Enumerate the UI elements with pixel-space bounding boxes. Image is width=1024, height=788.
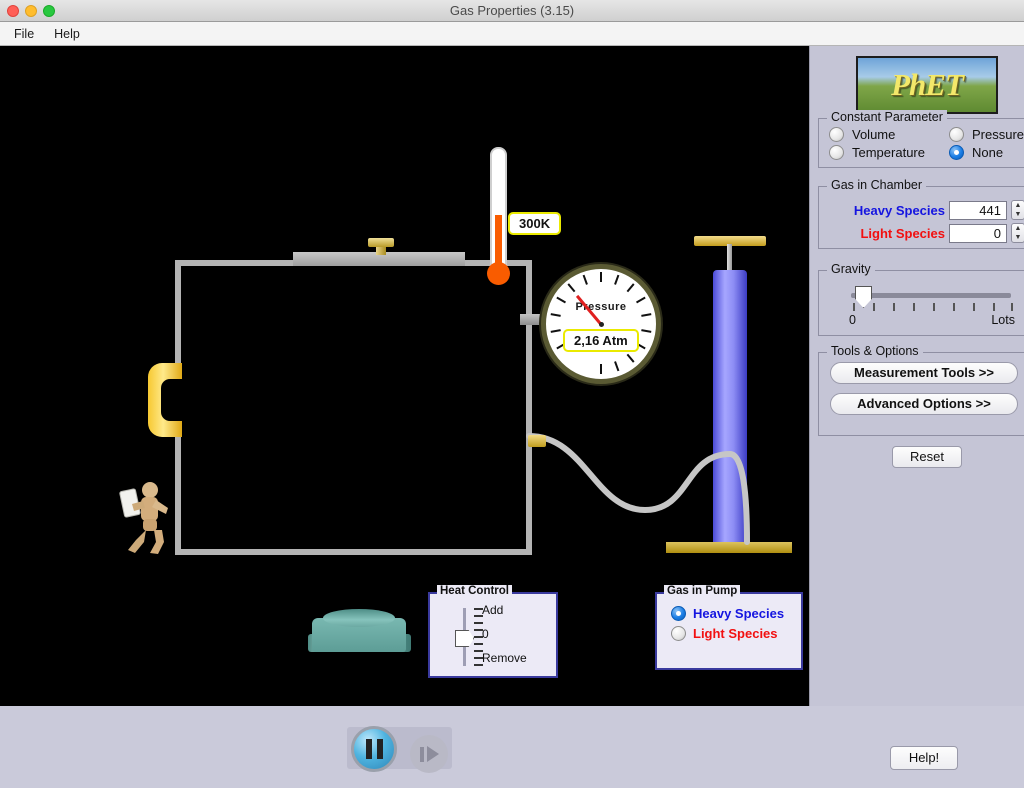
window-title: Gas Properties (3.15) [449,3,575,18]
gravity-title: Gravity [827,262,875,276]
heat-slider-knob[interactable] [455,630,474,647]
advanced-options-button[interactable]: Advanced Options >> [830,393,1018,415]
stepper-down-icon[interactable]: ▼ [1012,233,1024,242]
gas-in-chamber-group: Gas in Chamber Heavy Species 441 ▲ ▼ Lig… [818,178,1024,249]
heat-slider-labels: Add 0 Remove [482,603,556,671]
menu-item-help[interactable]: Help [46,25,88,43]
step-button[interactable] [410,735,448,773]
radio-temperature-icon[interactable] [829,145,844,160]
gravity-group: Gravity 0 Lots [818,262,1024,336]
lid-knob-handle[interactable] [368,238,394,247]
pump-hose [526,433,750,545]
chamber-heavy-species-input[interactable]: 441 [949,200,1007,220]
radio-heavy-species-icon[interactable] [671,606,686,621]
heat-control-panel: Heat Control Add 0 Remove [428,585,558,678]
gas-in-pump-panel: Gas in Pump Heavy Species Light Species [655,585,803,670]
minimize-icon[interactable] [25,5,37,17]
gravity-min-label: 0 [849,313,856,327]
heat-label-zero: 0 [482,627,489,641]
person-figure [119,482,168,554]
simulation-canvas[interactable]: 300K Pressure 2,16 Atm Heat Control Add … [0,46,809,706]
constant-param-pressure-label: Pressure [972,127,1024,142]
gas-in-chamber-title: Gas in Chamber [827,178,927,192]
step-bar-icon [419,746,424,762]
menu-item-file[interactable]: File [6,25,42,43]
constant-param-none-label: None [972,145,1004,160]
pressure-readout: 2,16 Atm [563,329,639,352]
constant-parameter-title: Constant Parameter [827,110,947,124]
pressure-gauge[interactable]: Pressure [541,264,661,384]
bottom-bar [0,706,1024,788]
constant-param-temperature-label: Temperature [852,145,925,160]
thermometer-bulb [487,262,510,285]
step-arrow-icon [426,746,439,762]
heat-label-add: Add [482,603,504,617]
chamber-heavy-species-stepper[interactable]: ▲ ▼ [1011,200,1024,220]
stepper-up-icon[interactable]: ▲ [1012,201,1024,210]
chamber-light-species-stepper[interactable]: ▲ ▼ [1011,223,1024,243]
menu-bar: File Help [0,22,1024,46]
pressure-gauge-label: Pressure [575,301,627,313]
pause-button[interactable] [351,726,397,772]
control-panel: PhET Constant Parameter Volume Pressure … [809,46,1024,706]
chamber-light-species-input[interactable]: 0 [949,223,1007,243]
burner-top[interactable] [323,609,395,627]
gravity-max-label: Lots [991,313,1015,327]
measurement-tools-button[interactable]: Measurement Tools >> [830,362,1018,384]
constant-param-volume-label: Volume [852,127,896,142]
temperature-readout: 300K [508,212,562,235]
chamber-wall-handle[interactable] [148,363,187,437]
pump-rod [727,244,732,272]
gas-in-pump-legend: Gas in Pump [664,585,741,597]
app-window: Gas Properties (3.15) File Help 300K Pre… [0,0,1024,788]
gravity-range-labels: 0 Lots [849,313,1015,327]
reset-button[interactable]: Reset [892,446,962,468]
pump-heavy-species-label: Heavy Species [693,606,785,621]
pause-icon [365,739,372,759]
radio-volume-icon[interactable] [829,127,844,142]
pump-option-heavy-species[interactable]: Heavy Species [671,606,801,621]
constant-param-volume[interactable]: Volume [829,127,949,142]
constant-param-none[interactable]: None [949,145,1024,160]
pump-light-species-label: Light Species [693,626,778,641]
close-icon[interactable] [7,5,19,17]
window-controls[interactable] [7,5,55,17]
pressure-needle-pivot [598,321,604,327]
constant-param-temperature[interactable]: Temperature [829,145,949,160]
pump-option-light-species[interactable]: Light Species [671,626,801,641]
constant-param-pressure[interactable]: Pressure [949,127,1024,142]
constant-parameter-group: Constant Parameter Volume Pressure Tempe… [818,110,1024,168]
title-bar: Gas Properties (3.15) [0,0,1024,22]
chamber-heavy-species-label: Heavy Species [853,202,945,218]
tools-options-group: Tools & Options Measurement Tools >> Adv… [818,344,1024,436]
heat-control-legend: Heat Control [437,585,512,597]
phet-logo: PhET [856,56,998,114]
chamber-light-species-label: Light Species [860,225,945,241]
help-button[interactable]: Help! [890,746,958,770]
stepper-up-icon[interactable]: ▲ [1012,224,1024,233]
radio-light-species-icon[interactable] [671,626,686,641]
phet-logo-text: PhET [891,67,964,102]
heat-label-remove: Remove [482,651,527,665]
radio-pressure-icon[interactable] [949,127,964,142]
gravity-slider-ticks [853,303,1013,312]
chamber-heavy-species-row: Heavy Species 441 ▲ ▼ [819,197,1024,220]
gas-chamber [175,260,532,555]
hose-connector [528,435,546,447]
thermometer-tube[interactable] [490,147,507,277]
gravity-slider-track[interactable] [851,293,1011,298]
stepper-down-icon[interactable]: ▼ [1012,210,1024,219]
chamber-light-species-row: Light Species 0 ▲ ▼ [819,220,1024,243]
pause-icon [376,739,383,759]
zoom-icon[interactable] [43,5,55,17]
tools-options-title: Tools & Options [827,344,923,358]
radio-none-icon[interactable] [949,145,964,160]
